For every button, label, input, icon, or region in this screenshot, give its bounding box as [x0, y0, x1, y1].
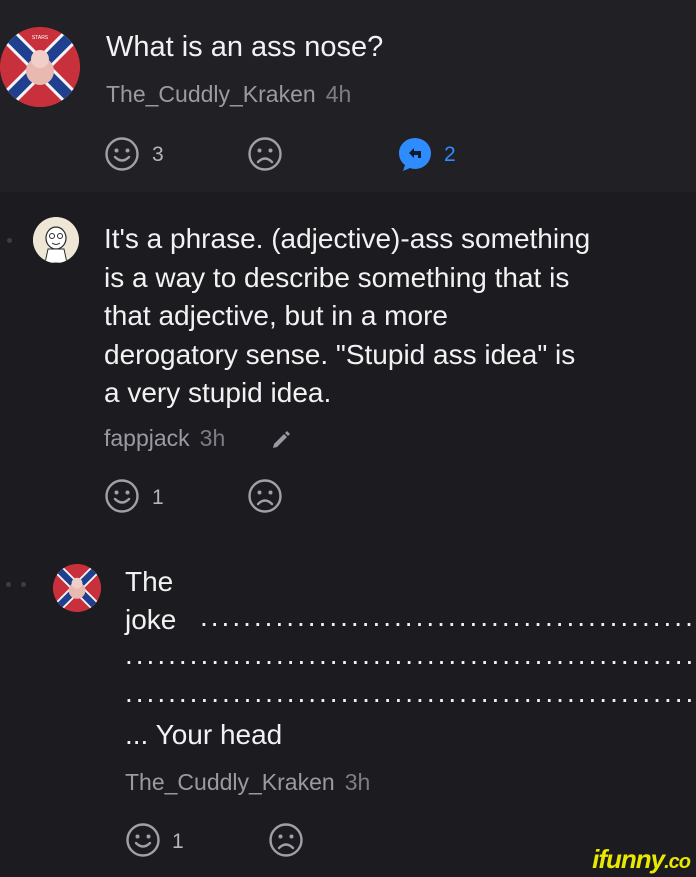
- confederate-flag-icon: [53, 564, 101, 612]
- smiley-icon[interactable]: [125, 822, 161, 858]
- confederate-flag-icon: STARS: [0, 27, 80, 107]
- cartoon-face-icon: [33, 217, 79, 263]
- frown-icon[interactable]: [247, 136, 283, 172]
- comment-author-name[interactable]: fappjack: [104, 425, 190, 451]
- reply-like-count: 1: [172, 830, 184, 853]
- reply-line-2: joke: [125, 604, 177, 635]
- pencil-icon: [273, 431, 290, 448]
- smiley-icon[interactable]: [104, 478, 140, 514]
- smiley-icon[interactable]: [104, 136, 140, 172]
- original-post: STARS What is an ass nose? The_Cuddly_Kr…: [0, 0, 696, 192]
- reply-meta: The_Cuddly_Kraken 3h: [125, 769, 370, 796]
- dots-line: ........................................…: [125, 639, 696, 670]
- comment-line: It's a phrase. (adjective)-ass something: [104, 223, 591, 254]
- post-title: What is an ass nose?: [106, 31, 384, 63]
- post-time: 4h: [325, 81, 352, 107]
- post-meta: The_Cuddly_Kraken 4h: [106, 81, 351, 108]
- post-author-avatar[interactable]: STARS: [0, 27, 80, 107]
- thread-indent-dot: [21, 582, 26, 587]
- svg-text:STARS: STARS: [32, 35, 49, 41]
- frown-icon[interactable]: [247, 478, 283, 514]
- reply-bubble-icon[interactable]: [397, 136, 433, 172]
- reply-line-5: ... Your head: [125, 719, 283, 750]
- thread-indent-dot: [7, 238, 12, 243]
- comment-time: 3h: [199, 425, 226, 451]
- comment-line: is a way to describe something that is: [104, 261, 570, 293]
- comment-like-count: 1: [152, 486, 164, 509]
- comment-line: that adjective, but in a more: [104, 300, 448, 331]
- reply-author-avatar[interactable]: [53, 564, 101, 612]
- comment-body: It's a phrase. (adjective)-ass something…: [104, 220, 696, 413]
- post-like-count: 3: [152, 143, 164, 166]
- frown-icon[interactable]: [268, 822, 304, 858]
- comment-line: a very stupid idea.: [104, 377, 332, 408]
- post-author-name[interactable]: The_Cuddly_Kraken: [106, 81, 316, 107]
- ifunny-watermark: ifunny.co: [592, 844, 691, 874]
- comment-author-avatar[interactable]: [33, 217, 79, 263]
- post-reply-count[interactable]: 2: [444, 143, 456, 167]
- dots-line: ........................................…: [125, 677, 696, 708]
- comment-line: derogatory sense. "Stupid ass idea" is: [104, 338, 576, 370]
- reply-author-name[interactable]: The_Cuddly_Kraken: [125, 769, 335, 795]
- dots-line: ........................................…: [200, 601, 696, 632]
- reply-line-1: The: [125, 566, 174, 597]
- reply-time: 3h: [344, 769, 371, 795]
- comment-meta: fappjack 3h: [104, 425, 225, 452]
- thread-indent-dot: [6, 582, 11, 587]
